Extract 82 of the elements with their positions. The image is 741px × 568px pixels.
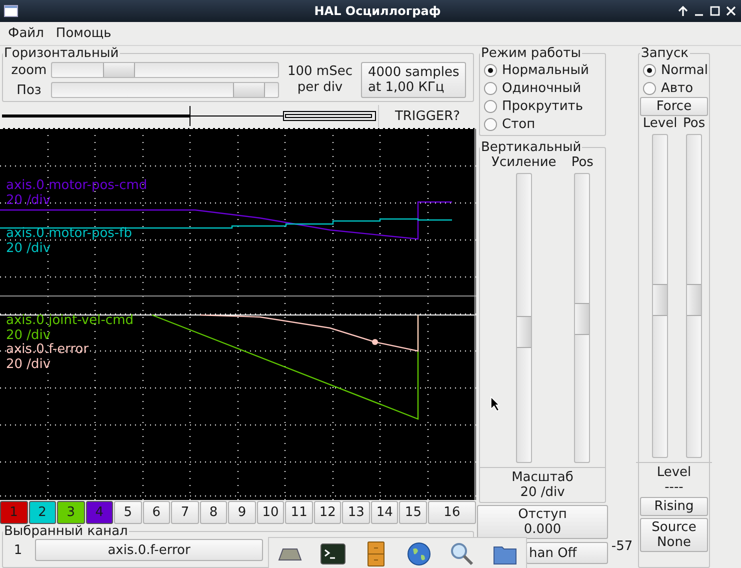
slider-thumb[interactable] xyxy=(575,303,590,335)
pin-icon[interactable] xyxy=(677,5,689,17)
channel-off-button[interactable]: han Off xyxy=(526,542,608,564)
slider-label: zoom xyxy=(10,62,48,78)
channel-number: 1 xyxy=(12,542,24,558)
radio-button[interactable] xyxy=(484,118,497,130)
trace-name: axis.0.joint-vel-cmd xyxy=(6,313,134,328)
slider-thumb[interactable] xyxy=(102,63,135,77)
search-icon[interactable] xyxy=(448,540,475,566)
window-icon xyxy=(4,5,18,17)
level-label: Level xyxy=(656,465,692,480)
group-title: Вертикальный xyxy=(480,140,582,155)
radio-button[interactable] xyxy=(484,64,497,76)
force-button[interactable]: Force xyxy=(640,97,708,116)
vertical-slider[interactable] xyxy=(516,173,532,463)
trace-name: axis.0.motor-pos-fb xyxy=(6,226,132,241)
maximize-icon[interactable] xyxy=(709,5,721,17)
radio-label: Одиночный xyxy=(502,80,582,96)
channel-name-field[interactable]: axis.0.f-error xyxy=(35,539,263,561)
trace-scale: 20 /div xyxy=(6,357,51,372)
vertical-slider[interactable] xyxy=(574,173,590,463)
readout-value: -57 xyxy=(611,539,633,554)
menu-item[interactable]: Помощь xyxy=(52,24,116,43)
channel-button[interactable]: 11 xyxy=(285,501,313,524)
slider-thumb[interactable] xyxy=(687,284,702,316)
samples-button[interactable]: 4000 samples at 1,00 КГц xyxy=(361,62,466,98)
radio-button[interactable] xyxy=(643,64,656,76)
channel-button[interactable]: 15 xyxy=(399,501,427,524)
window-title: HAL Осциллограф xyxy=(313,4,442,18)
channel-button[interactable]: 16 xyxy=(428,501,476,524)
timebase-label: 100 mSec per div xyxy=(286,64,354,96)
vertical-slider[interactable] xyxy=(686,134,702,458)
trace-name: axis.0.f-error xyxy=(6,342,89,357)
horizontal-slider[interactable] xyxy=(51,82,279,98)
trace-scale: 20 /div xyxy=(6,328,51,343)
trace-scale: 20 /div xyxy=(6,241,51,256)
group-title: Горизонтальный xyxy=(3,46,120,61)
channel-button[interactable]: 7 xyxy=(171,501,199,524)
slider-thumb[interactable] xyxy=(653,284,668,316)
horizontal-slider[interactable] xyxy=(51,62,279,78)
terminal-icon[interactable] xyxy=(320,540,346,566)
radio-button[interactable] xyxy=(484,100,497,112)
channel-button[interactable]: 12 xyxy=(314,501,342,524)
channel-button[interactable]: 5 xyxy=(114,501,142,524)
channel-button[interactable]: 2 xyxy=(28,501,56,524)
trace-name: axis.0.motor-pos-cmd xyxy=(6,178,148,193)
group-title: Выбранный канал xyxy=(3,524,129,539)
radio-label: Прокрутить xyxy=(502,98,584,114)
radio-label: Стоп xyxy=(502,116,536,132)
level-value: ---- xyxy=(664,480,684,495)
channel-button[interactable]: 14 xyxy=(370,501,398,524)
radio-button[interactable] xyxy=(484,82,497,94)
channel-button[interactable]: 9 xyxy=(228,501,256,524)
slider-thumb[interactable] xyxy=(232,83,265,97)
radio-label: Нормальный xyxy=(502,62,589,78)
group-title: Запуск xyxy=(640,46,690,61)
source-button[interactable]: Source None xyxy=(640,518,708,552)
channel-button[interactable]: 10 xyxy=(256,501,284,524)
slider-label: Поз xyxy=(16,82,42,98)
group-title: Режим работы xyxy=(480,46,582,61)
vertical-slider[interactable] xyxy=(652,134,668,458)
slider-label: Pos xyxy=(571,155,594,170)
edge-button[interactable]: Rising xyxy=(640,497,708,516)
scale-label: Масштаб xyxy=(510,470,574,485)
channel-button[interactable]: 13 xyxy=(342,501,370,524)
slider-label: Усиление xyxy=(492,155,556,170)
close-icon[interactable] xyxy=(725,5,737,17)
slider-thumb[interactable] xyxy=(516,316,531,348)
globe-icon[interactable] xyxy=(406,540,432,566)
channel-button[interactable]: 8 xyxy=(200,501,228,524)
menu-item[interactable]: Файл xyxy=(4,24,48,43)
channel-button[interactable]: 6 xyxy=(142,501,170,524)
mouse-pointer-icon xyxy=(490,396,500,412)
trace-scale: 20 /div xyxy=(6,193,51,208)
radio-button[interactable] xyxy=(643,82,656,94)
scale-value: 20 /div xyxy=(519,485,566,500)
channel-button[interactable]: 3 xyxy=(57,501,85,524)
slider-label: Level xyxy=(642,116,678,131)
radio-label: Авто xyxy=(661,80,694,96)
offset-button[interactable]: Отступ 0.000 xyxy=(477,505,608,539)
radio-label: Normal xyxy=(660,62,708,78)
slider-label: Pos xyxy=(683,116,706,131)
